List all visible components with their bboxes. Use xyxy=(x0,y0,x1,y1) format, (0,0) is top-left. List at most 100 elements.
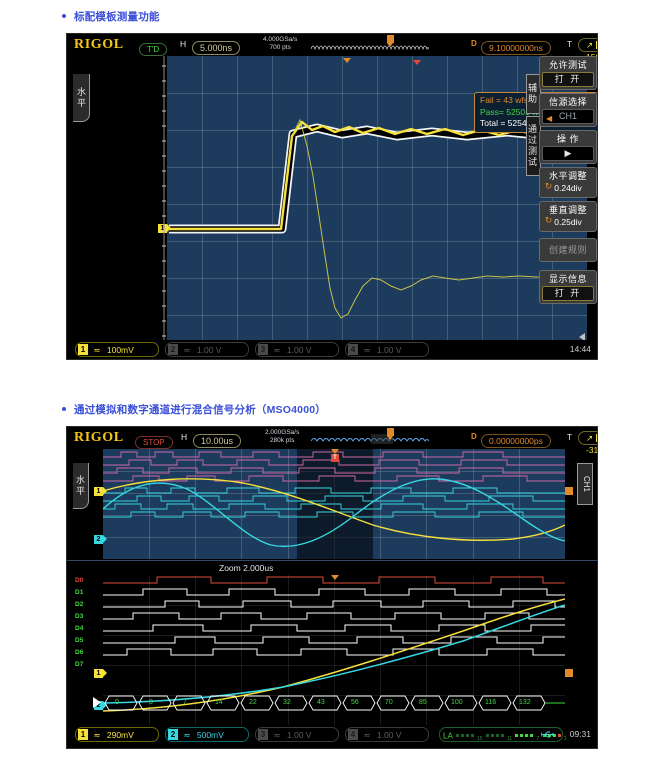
caption-text-2: 通过模拟和数字通道进行混合信号分析（MSO4000） xyxy=(74,404,326,416)
channel-3-badge: 3 xyxy=(258,344,268,355)
bus-value-3: 14 xyxy=(215,699,223,706)
timebase-readout-2[interactable]: 10.00us xyxy=(193,431,242,449)
channel-2-status-2[interactable]: 2 ≂ 500mV xyxy=(165,727,249,742)
run-status-indicator-2[interactable]: STOP xyxy=(135,432,173,450)
delay-marker-top[interactable] xyxy=(413,60,421,65)
channel-1-badge-2: 1 xyxy=(78,729,88,740)
digital-label-d2[interactable]: D2 xyxy=(75,601,83,608)
la-label: LA xyxy=(443,731,453,741)
oscilloscope-screenshot-1: RIGOL T'D H 5.000ns 4.000GSa/s 700 pts D xyxy=(66,33,598,360)
channel-1-status[interactable]: 1 ≂ 100mV xyxy=(75,342,159,357)
channel-3-badge-2: 3 xyxy=(258,729,268,740)
ch1-right-marker-zoom[interactable] xyxy=(565,669,573,677)
menu-operation[interactable]: 操 作 ▶ xyxy=(539,130,597,164)
rotary-knob-icon-2[interactable]: ↻ xyxy=(544,216,553,225)
digital-label-d5[interactable]: D5 xyxy=(75,637,83,644)
bus-value-12: 132 xyxy=(519,699,531,706)
channel-3-coupling-icon-2: ≂ xyxy=(273,730,281,740)
channel-2-badge: 2 xyxy=(168,344,178,355)
menu-horizontal-adjust[interactable]: 水平调整 ↻ 0.24div xyxy=(539,167,597,198)
channel-3-status-2[interactable]: 3 ≂ 1.00 V xyxy=(255,727,339,742)
channel-1-coupling-icon-2: ≂ xyxy=(93,730,101,740)
channel-3-scale-2: 1.00 V xyxy=(286,730,312,740)
sidebar-item-horizontal[interactable]: 水平 xyxy=(73,74,90,122)
menu-show-info-value: 打 开 xyxy=(542,286,594,301)
sidebar-item-ch1[interactable]: CH1 xyxy=(577,463,593,505)
timebase-value: 5.000ns xyxy=(192,41,241,55)
scope2-clock: 09:31 xyxy=(569,729,591,739)
menu-enable-test-title: 允许测试 xyxy=(548,60,587,70)
play-icon[interactable]: ▶ xyxy=(542,146,594,161)
channel-2-coupling-icon-2: ≂ xyxy=(183,730,191,740)
memory-overview-strip-2[interactable] xyxy=(311,434,429,444)
main-window-traces xyxy=(103,451,565,547)
sidebar-item-horizontal-label: 水平 xyxy=(76,86,86,109)
scope2-channel-bar: 1 ≂ 290mV 2 ≂ 500mV 3 ≂ 1.00 V 4 ≂ 1.00 … xyxy=(67,725,597,745)
sidebar-item-utility-label: 辅助 xyxy=(527,83,537,105)
channel-1-scale: 100mV xyxy=(106,345,134,355)
channel-4-status-2[interactable]: 4 ≂ 1.00 V xyxy=(345,727,429,742)
bus-value-2: 7 xyxy=(183,699,187,706)
waveform-display-area[interactable]: Fail = 43 wfs Pass= 52501 wfs Total = 52… xyxy=(158,56,597,352)
channel-2-status[interactable]: 2 ≂ 1.00 V xyxy=(165,342,249,357)
delay-value-2: 0.00000000ps xyxy=(481,434,551,448)
digital-label-d3[interactable]: D3 xyxy=(75,613,83,620)
run-status-indicator[interactable]: T'D xyxy=(139,39,168,57)
scope1-channel-bar: 1 ≂ 100mV 2 ≂ 1.00 V 3 ≂ 1.00 V 4 ≂ 1.00… xyxy=(67,340,597,359)
digital-label-d1[interactable]: D1 xyxy=(75,589,83,596)
caption-template-test: 标配模板测量功能 xyxy=(62,9,160,24)
trigger-marker-top[interactable] xyxy=(343,58,351,63)
trigger-label: T xyxy=(567,39,573,49)
channel-1-status-2[interactable]: 1 ≂ 290mV xyxy=(75,727,159,742)
bus-value-4: 22 xyxy=(249,699,257,706)
sidebar-item-horizontal-2[interactable]: 水平 xyxy=(73,463,89,509)
channel-3-scale: 1.00 V xyxy=(286,345,312,355)
trigger-marker-zoom[interactable] xyxy=(331,575,339,580)
digital-label-d6[interactable]: D6 xyxy=(75,649,83,656)
menu-enable-test-value: 打 开 xyxy=(542,72,594,87)
bus-decode-row[interactable]: 0 3 7 14 22 32 43 56 70 85 100 116 132 xyxy=(93,695,565,711)
trigger-slope-icon: ↗ xyxy=(586,40,594,50)
menu-create-rule[interactable]: 创建规则 xyxy=(539,238,597,262)
menu-enable-test[interactable]: 允许测试 打 开 xyxy=(539,56,597,90)
digital-label-d7[interactable]: D7 xyxy=(75,661,83,668)
bus-value-6: 43 xyxy=(317,699,325,706)
run-status-label-2: STOP xyxy=(135,436,173,449)
memory-overview-strip[interactable] xyxy=(311,41,429,51)
channel-3-status[interactable]: 3 ≂ 1.00 V xyxy=(255,342,339,357)
scope1-right-menu: 允许测试 打 开 信源选择 ◀ CH1 操 作 ▶ 水平调整 ↻ 0.24div xyxy=(539,56,597,307)
channel-2-coupling-icon: ≂ xyxy=(183,345,191,355)
menu-source-select[interactable]: 信源选择 ◀ CH1 xyxy=(539,93,597,127)
usb-icon xyxy=(541,730,555,739)
sidebar-item-ch1-label: CH1 xyxy=(582,475,591,492)
delay-value: 9.10000000ns xyxy=(481,41,551,55)
menu-create-rule-title: 创建规则 xyxy=(548,245,587,255)
channel-2-scale: 1.00 V xyxy=(196,345,222,355)
trigger-label-2: T xyxy=(567,432,573,442)
ch1-right-marker[interactable] xyxy=(565,487,573,495)
timebase-readout[interactable]: 5.000ns xyxy=(192,38,241,56)
delay-readout[interactable]: 9.10000000ns xyxy=(481,38,551,56)
digital-label-d0[interactable]: D0 xyxy=(75,577,83,584)
menu-show-info[interactable]: 显示信息 打 开 xyxy=(539,270,597,304)
ch2-ground-marker[interactable]: 2 xyxy=(94,535,107,544)
trigger-readout-2[interactable]: ↗ 1 -31.2mV xyxy=(578,431,597,458)
menu-operation-title: 操 作 xyxy=(556,134,579,144)
horizontal-label-2: H xyxy=(181,432,188,442)
delay-readout-2[interactable]: 0.00000000ps xyxy=(481,431,551,449)
menu-vertical-adjust[interactable]: 垂直调整 ↻ 0.25div xyxy=(539,201,597,232)
bus-value-7: 56 xyxy=(351,699,359,706)
chevron-left-icon[interactable]: ◀ xyxy=(546,112,552,125)
bullet-icon xyxy=(62,14,66,19)
channel-4-badge-2: 4 xyxy=(348,729,358,740)
ch1-ground-marker-zoom[interactable]: 1 xyxy=(94,669,107,678)
channel-1-badge: 1 xyxy=(78,344,88,355)
bus-value-11: 116 xyxy=(485,699,497,706)
main-window-display[interactable]: 1 2 T xyxy=(94,449,573,559)
rotary-knob-icon[interactable]: ↻ xyxy=(544,182,553,191)
channel-4-status[interactable]: 4 ≂ 1.00 V xyxy=(345,342,429,357)
channel-4-coupling-icon-2: ≂ xyxy=(363,730,371,740)
digital-label-d4[interactable]: D4 xyxy=(75,625,83,632)
channel-4-scale: 1.00 V xyxy=(376,345,402,355)
ch1-ground-marker-2[interactable]: 1 xyxy=(94,487,107,496)
